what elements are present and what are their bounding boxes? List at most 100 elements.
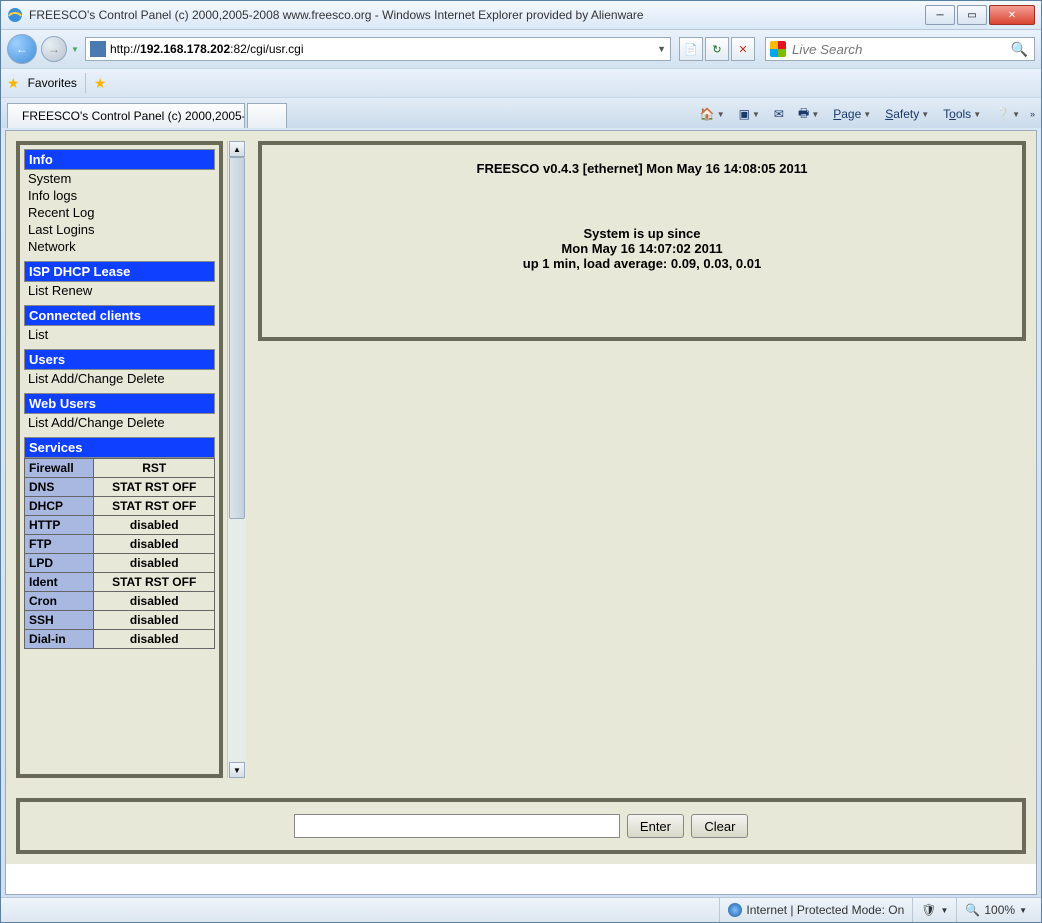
print-icon: 🖶 [798, 104, 809, 125]
sidebar-item-network[interactable]: Network [24, 238, 215, 255]
help-button[interactable]: ❔▼ [991, 105, 1024, 123]
stop-button[interactable]: ✕ [731, 37, 755, 61]
page-menu[interactable]: PPageage▼ [829, 105, 875, 123]
service-actions[interactable]: STAT RST OFF [94, 573, 215, 592]
close-button[interactable]: ✕ [989, 5, 1035, 25]
tab-title: FREESCO's Control Panel (c) 2000,2005-20… [22, 109, 245, 123]
new-tab-button[interactable] [247, 103, 287, 128]
service-name[interactable]: HTTP [25, 516, 94, 535]
service-actions[interactable]: disabled [94, 516, 215, 535]
tab-active[interactable]: FREESCO's Control Panel (c) 2000,2005-20… [7, 103, 245, 128]
print-button[interactable]: 🖶▼ [794, 102, 823, 127]
sidebar-item-webusers-actions[interactable]: List Add/Change Delete [24, 414, 215, 431]
tools-menu[interactable]: Tools▼ [939, 105, 985, 123]
service-actions[interactable]: disabled [94, 592, 215, 611]
sidebar-item-recentlog[interactable]: Recent Log [24, 204, 215, 221]
status-protected-dropdown[interactable]: 🛡▼ [912, 898, 956, 922]
enter-button[interactable]: Enter [627, 814, 684, 838]
sidebar-header-isp: ISP DHCP Lease [24, 261, 215, 282]
shield-icon: 🛡 [921, 903, 936, 917]
service-name[interactable]: Ident [25, 573, 94, 592]
minimize-button[interactable]: ─ [925, 5, 955, 25]
status-zone[interactable]: Internet | Protected Mode: On [719, 898, 912, 922]
search-button-icon[interactable]: 🔍 [1009, 41, 1030, 58]
command-bar: 🏠▼ ▣▼ ✉ 🖶▼ PPageage▼ Safety▼ Tools▼ ❔▼ » [696, 100, 1035, 128]
banner-text: FREESCO v0.4.3 [ethernet] Mon May 16 14:… [278, 161, 1006, 176]
service-name[interactable]: FTP [25, 535, 94, 554]
forward-button[interactable]: → [41, 36, 67, 62]
sidebar-item-infologs[interactable]: Info logs [24, 187, 215, 204]
status-zoom[interactable]: 🔍 100% ▼ [956, 898, 1035, 922]
service-name[interactable]: DHCP [25, 497, 94, 516]
nav-history-dropdown[interactable]: ▼ [71, 45, 81, 54]
title-bar: FREESCO's Control Panel (c) 2000,2005-20… [1, 1, 1041, 30]
clear-button[interactable]: Clear [691, 814, 748, 838]
address-input[interactable] [304, 41, 658, 58]
home-button[interactable]: 🏠▼ [696, 105, 729, 123]
service-row: DNSSTAT RST OFF [25, 478, 215, 497]
service-row: DHCPSTAT RST OFF [25, 497, 215, 516]
service-actions[interactable]: disabled [94, 611, 215, 630]
add-favorite-icon[interactable]: ★ [94, 75, 107, 92]
service-actions[interactable]: RST [94, 459, 215, 478]
refresh-button[interactable]: ↻ [705, 37, 729, 61]
service-actions[interactable]: disabled [94, 535, 215, 554]
service-name[interactable]: DNS [25, 478, 94, 497]
sidebar-item-listrenew[interactable]: List Renew [24, 282, 215, 299]
service-row: SSHdisabled [25, 611, 215, 630]
favorites-label[interactable]: Favorites [28, 76, 77, 90]
separator [85, 73, 86, 93]
address-dropdown-icon[interactable]: ▼ [657, 44, 666, 54]
url-prefix: http:// [110, 42, 140, 56]
service-name[interactable]: LPD [25, 554, 94, 573]
chevron-expand-icon[interactable]: » [1030, 109, 1035, 119]
nav-bar: ← → ▼ http://192.168.178.202:82/cgi/usr.… [1, 30, 1041, 68]
scroll-thumb[interactable] [229, 157, 245, 519]
service-name[interactable]: Firewall [25, 459, 94, 478]
compat-view-button[interactable]: 📄 [679, 37, 703, 61]
service-actions[interactable]: STAT RST OFF [94, 497, 215, 516]
read-mail-button[interactable]: ✉ [770, 105, 788, 123]
window-title: FREESCO's Control Panel (c) 2000,2005-20… [29, 8, 925, 22]
service-row: IdentSTAT RST OFF [25, 573, 215, 592]
service-actions[interactable]: STAT RST OFF [94, 478, 215, 497]
search-box[interactable]: 🔍 [765, 37, 1035, 61]
sidebar-item-users-actions[interactable]: List Add/Change Delete [24, 370, 215, 387]
back-button[interactable]: ← [7, 34, 37, 64]
service-row: FTPdisabled [25, 535, 215, 554]
feeds-button[interactable]: ▣▼ [735, 105, 764, 123]
url-rest: :82/cgi/usr.cgi [230, 42, 303, 56]
sidebar-item-lastlogins[interactable]: Last Logins [24, 221, 215, 238]
home-icon: 🏠 [700, 107, 715, 121]
zoom-icon: 🔍 [965, 903, 980, 917]
scroll-up-button[interactable]: ▲ [229, 141, 245, 157]
tab-row: FREESCO's Control Panel (c) 2000,2005-20… [1, 98, 1041, 128]
command-input[interactable] [294, 814, 620, 838]
address-bar[interactable]: http://192.168.178.202:82/cgi/usr.cgi ▼ [85, 37, 671, 61]
safety-menu[interactable]: Safety▼ [881, 105, 933, 123]
sidebar-item-system[interactable]: System [24, 170, 215, 187]
sidebar-header-clients: Connected clients [24, 305, 215, 326]
services-table: FirewallRSTDNSSTAT RST OFFDHCPSTAT RST O… [24, 458, 215, 649]
sidebar-scrollbar[interactable]: ▲ ▼ [227, 141, 246, 778]
search-input[interactable] [790, 41, 1009, 58]
service-name[interactable]: SSH [25, 611, 94, 630]
service-name[interactable]: Cron [25, 592, 94, 611]
ie-icon [7, 7, 23, 23]
service-row: Dial-indisabled [25, 630, 215, 649]
scroll-down-button[interactable]: ▼ [229, 762, 245, 778]
sidebar-header-webusers: Web Users [24, 393, 215, 414]
sidebar-item-clientlist[interactable]: List [24, 326, 215, 343]
service-name[interactable]: Dial-in [25, 630, 94, 649]
uptime-line1: System is up since [278, 226, 1006, 241]
service-actions[interactable]: disabled [94, 630, 215, 649]
service-actions[interactable]: disabled [94, 554, 215, 573]
sidebar-panel: Info System Info logs Recent Log Last Lo… [16, 141, 223, 778]
status-bar: Internet | Protected Mode: On 🛡▼ 🔍 100% … [1, 897, 1041, 922]
favorites-star-icon[interactable]: ★ [7, 75, 20, 92]
maximize-button[interactable]: ▭ [957, 5, 987, 25]
search-provider-icon [770, 41, 786, 57]
site-favicon [90, 41, 106, 57]
mail-icon: ✉ [774, 107, 784, 121]
sidebar-header-info: Info [24, 149, 215, 170]
